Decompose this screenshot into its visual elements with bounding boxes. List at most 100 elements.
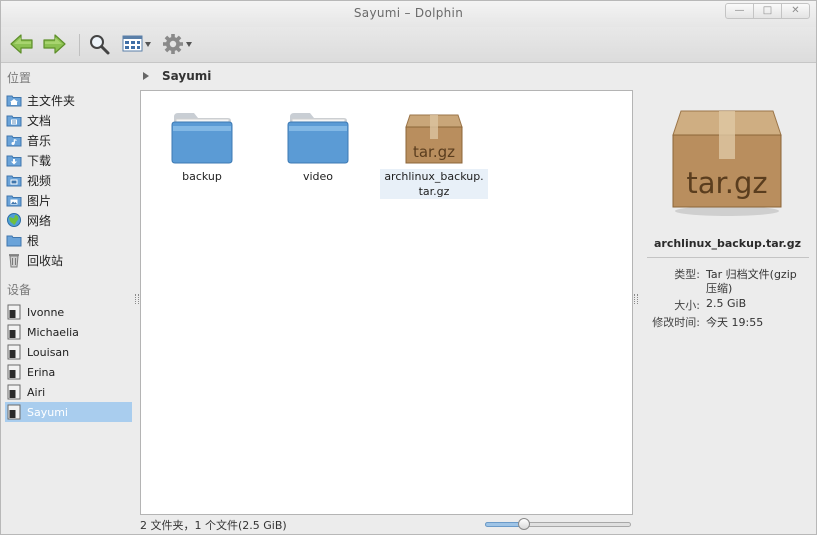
places-heading: 位置: [7, 71, 32, 85]
close-button[interactable]: ✕: [781, 3, 810, 19]
close-icon: ✕: [791, 5, 800, 16]
sidebar-item-label: 视频: [27, 173, 52, 188]
downloads-folder-icon: [6, 155, 22, 167]
device-label: Ivonne: [27, 305, 65, 319]
search-icon: [90, 35, 110, 55]
file-item-archive[interactable]: tar.gz archlinux_backup. tar.gz: [380, 109, 488, 201]
back-arrow-icon: [10, 34, 33, 54]
drive-icon: [7, 304, 21, 320]
toolbar: [1, 27, 816, 63]
file-name-line2: tar.gz: [380, 184, 488, 199]
info-size-label: 大小:: [674, 299, 700, 312]
sidebar-item-root[interactable]: 根: [5, 230, 132, 250]
view-mode-icon: [122, 35, 143, 52]
folder-icon: [287, 113, 349, 164]
minimize-button[interactable]: —: [725, 3, 754, 19]
info-panel-resize-handle[interactable]: [633, 294, 638, 304]
sidebar-item-pictures[interactable]: 图片: [5, 190, 132, 210]
view-mode-button[interactable]: [121, 31, 155, 57]
device-item-airi[interactable]: Airi: [5, 382, 132, 402]
trash-icon: [9, 254, 19, 268]
forward-arrow-icon: [43, 34, 66, 54]
info-modified-label: 修改时间:: [652, 316, 700, 329]
info-modified-value: 今天 19:55: [706, 316, 764, 329]
info-file-name: archlinux_backup.tar.gz: [653, 237, 801, 250]
maximize-button[interactable]: □: [753, 3, 782, 19]
sidebar-item-label: 下载: [27, 153, 52, 168]
file-name: backup: [182, 170, 222, 183]
drive-icon: [7, 364, 21, 380]
drive-icon: [7, 344, 21, 360]
home-folder-icon: [6, 95, 22, 107]
maximize-icon: □: [762, 5, 773, 16]
sidebar-item-trash[interactable]: 回收站: [5, 250, 132, 270]
info-size-row: 大小: 2.5 GiB: [639, 297, 816, 313]
info-type-value-cont: 压缩): [706, 282, 733, 295]
sidebar-item-home[interactable]: 主文件夹: [5, 90, 132, 110]
sidebar-item-label: 网络: [27, 213, 52, 228]
device-item-ivonne[interactable]: Ivonne: [5, 302, 132, 322]
file-item-folder[interactable]: video: [264, 109, 372, 189]
device-label: Erina: [27, 365, 56, 379]
info-size-value: 2.5 GiB: [706, 297, 747, 310]
device-item-louisan[interactable]: Louisan: [5, 342, 132, 362]
information-panel: tar.gz archlinux_backup.tar.gz 类型: Tar 归…: [639, 91, 816, 511]
music-folder-icon: [6, 135, 22, 147]
title-bar[interactable]: Sayumi – Dolphin — □ ✕: [1, 1, 816, 27]
info-type-row-cont: 压缩): [639, 280, 816, 296]
dolphin-window: Sayumi – Dolphin — □ ✕ 位置 主文件夹 文档 音乐 下载 …: [0, 0, 817, 535]
file-name-line1: archlinux_backup.: [380, 169, 488, 184]
devices-heading: 设备: [7, 283, 32, 297]
archive-preview-icon: tar.gz: [672, 110, 782, 216]
drive-icon: [7, 404, 21, 420]
window-controls: — □ ✕: [725, 3, 810, 19]
sidebar-item-label: 图片: [27, 193, 52, 208]
breadcrumb: Sayumi: [140, 67, 211, 85]
device-label: Louisan: [27, 345, 70, 359]
documents-folder-icon: [6, 115, 22, 127]
videos-folder-icon: [6, 175, 22, 187]
file-name: video: [302, 170, 334, 183]
sidebar-item-music[interactable]: 音乐: [5, 130, 132, 150]
info-modified-row: 修改时间: 今天 19:55: [639, 314, 816, 330]
sidebar-resize-handle[interactable]: [134, 294, 139, 304]
back-button[interactable]: [9, 31, 35, 57]
status-text: 2 文件夹，1 个文件(2.5 GiB): [140, 519, 287, 532]
device-label: Michaelia: [27, 325, 79, 339]
gear-icon: [163, 34, 183, 54]
file-item-folder[interactable]: backup: [148, 109, 256, 189]
zoom-slider-handle[interactable]: [518, 518, 530, 530]
root-folder-icon: [6, 235, 22, 247]
device-item-michaelia[interactable]: Michaelia: [5, 322, 132, 342]
breadcrumb-arrow-icon[interactable]: [143, 72, 149, 80]
device-item-sayumi[interactable]: Sayumi: [5, 402, 132, 422]
sidebar-item-network[interactable]: 网络: [5, 210, 132, 230]
info-divider: [647, 257, 809, 258]
settings-button[interactable]: [162, 31, 196, 57]
drive-icon: [7, 384, 21, 400]
sidebar-item-label: 音乐: [27, 133, 52, 148]
sidebar-item-downloads[interactable]: 下载: [5, 150, 132, 170]
sidebar-item-documents[interactable]: 文档: [5, 110, 132, 130]
search-button[interactable]: [88, 31, 112, 57]
breadcrumb-current[interactable]: Sayumi: [162, 69, 211, 83]
sidebar-item-label: 回收站: [27, 253, 64, 268]
toolbar-separator: [79, 34, 80, 56]
forward-button[interactable]: [41, 31, 67, 57]
sidebar-item-label: 主文件夹: [27, 93, 76, 108]
sidebar-item-label: 文档: [27, 113, 52, 128]
archive-icon-label: tar.gz: [413, 143, 455, 161]
device-item-erina[interactable]: Erina: [5, 362, 132, 382]
file-view[interactable]: backup video tar.gz archlinux_backup. ta…: [140, 90, 633, 515]
minimize-icon: —: [734, 5, 745, 16]
chevron-down-icon: [145, 42, 151, 47]
sidebar-item-label: 根: [27, 233, 40, 248]
pictures-folder-icon: [6, 195, 22, 207]
zoom-slider[interactable]: [485, 518, 631, 530]
archive-icon: tar.gz: [405, 114, 463, 164]
sidebar-item-videos[interactable]: 视频: [5, 170, 132, 190]
chevron-down-icon: [186, 42, 192, 47]
archive-preview-label: tar.gz: [686, 166, 767, 200]
network-icon: [7, 213, 21, 227]
device-label: Sayumi: [27, 405, 68, 419]
